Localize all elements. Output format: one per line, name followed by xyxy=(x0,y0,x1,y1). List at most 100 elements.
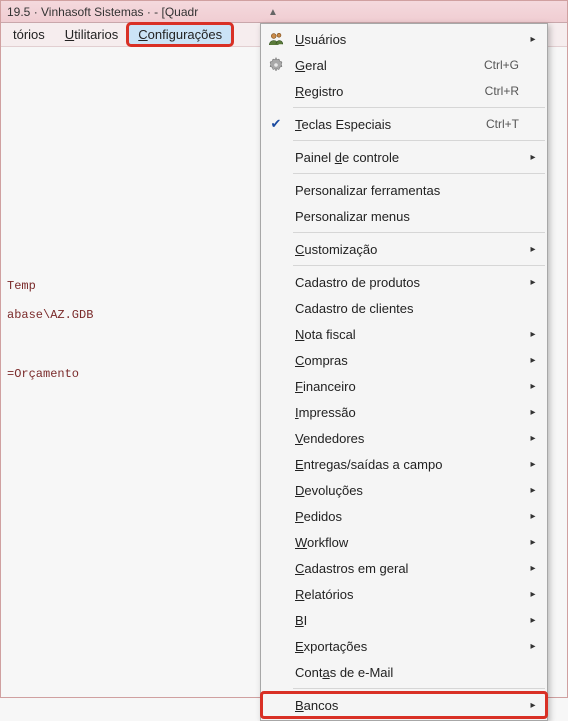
submenu-arrow-icon: ▸ xyxy=(525,537,541,548)
icon-spacer xyxy=(261,607,291,633)
menu-item-shortcut: Ctrl+T xyxy=(465,117,525,131)
menu-item-workflow[interactable]: Workflow ▸ xyxy=(261,529,547,555)
menu-item-label: Devoluções xyxy=(291,483,465,498)
menu-item-label: Workflow xyxy=(291,535,465,550)
menu-item-label: Customização xyxy=(291,242,465,257)
icon-spacer xyxy=(261,236,291,262)
submenu-arrow-icon: ▸ xyxy=(525,355,541,366)
menu-item-financeiro[interactable]: Financeiro ▸ xyxy=(261,373,547,399)
menu-item-label: Teclas Especiais xyxy=(291,117,465,132)
menu-item-label: Personalizar menus xyxy=(291,209,465,224)
dropdown-scroll-up[interactable]: ▲ xyxy=(261,5,285,19)
icon-spacer xyxy=(261,78,291,104)
icon-spacer xyxy=(261,177,291,203)
icon-spacer xyxy=(261,451,291,477)
submenu-arrow-icon: ▸ xyxy=(525,563,541,574)
menu-item-label: Cadastros em geral xyxy=(291,561,465,576)
icon-spacer xyxy=(261,477,291,503)
menu-item-shortcut: Ctrl+R xyxy=(465,84,525,98)
menu-item-registro[interactable]: RegistroCtrl+R xyxy=(261,78,547,104)
menu-separator xyxy=(293,140,545,141)
menu-item-label: Registro xyxy=(291,84,465,99)
icon-spacer xyxy=(261,659,291,685)
menu-item-relatorios[interactable]: Relatórios▸ xyxy=(261,581,547,607)
submenu-arrow-icon: ▸ xyxy=(525,459,541,470)
submenu-arrow-icon: ▸ xyxy=(525,34,541,45)
menu-item-label: Vendedores xyxy=(291,431,465,446)
menu-item-painel-de-controle[interactable]: Painel de controle ▸ xyxy=(261,144,547,170)
submenu-arrow-icon: ▸ xyxy=(525,433,541,444)
menu-item-compras[interactable]: Compras ▸ xyxy=(261,347,547,373)
gear-icon xyxy=(261,52,291,78)
menu-separator xyxy=(293,232,545,233)
icon-spacer xyxy=(261,692,291,718)
window-title: 19.5 · Vinhasoft Sistemas · - [Quadr xyxy=(7,5,198,19)
menu-relatorios[interactable]: tórios xyxy=(3,24,55,45)
submenu-arrow-icon: ▸ xyxy=(525,152,541,163)
menu-item-label: BI xyxy=(291,613,465,628)
menu-item-contas-de-e-mail[interactable]: Contas de e-Mail xyxy=(261,659,547,685)
menu-item-label: Cadastro de produtos xyxy=(291,275,465,290)
menu-item-geral[interactable]: GeralCtrl+G xyxy=(261,52,547,78)
menu-item-devolucoes[interactable]: Devoluções ▸ xyxy=(261,477,547,503)
menu-item-label: Impressão xyxy=(291,405,465,420)
icon-spacer xyxy=(261,503,291,529)
check-icon: ✔ xyxy=(261,111,291,137)
icon-spacer xyxy=(261,425,291,451)
submenu-arrow-icon: ▸ xyxy=(525,277,541,288)
icon-spacer xyxy=(261,581,291,607)
menu-item-customizacao[interactable]: Customização ▸ xyxy=(261,236,547,262)
icon-spacer xyxy=(261,373,291,399)
menu-item-label: Financeiro xyxy=(291,379,465,394)
menu-item-pedidos[interactable]: Pedidos▸ xyxy=(261,503,547,529)
icon-spacer xyxy=(261,529,291,555)
menu-item-cadastro-de-produtos[interactable]: Cadastro de produtos ▸ xyxy=(261,269,547,295)
users-icon xyxy=(261,26,291,52)
menu-item-label: Cadastro de clientes xyxy=(291,301,465,316)
menu-item-vendedores[interactable]: Vendedores ▸ xyxy=(261,425,547,451)
menu-item-entregassaidas-a-campo[interactable]: Entregas/saídas a campo ▸ xyxy=(261,451,547,477)
menu-utilitarios[interactable]: Utilitarios xyxy=(55,24,128,45)
menu-item-nota-fiscal[interactable]: Nota fiscal▸ xyxy=(261,321,547,347)
submenu-arrow-icon: ▸ xyxy=(525,244,541,255)
icon-spacer xyxy=(261,321,291,347)
icon-spacer xyxy=(261,555,291,581)
menu-item-label: Exportações xyxy=(291,639,465,654)
submenu-arrow-icon: ▸ xyxy=(525,700,541,711)
submenu-arrow-icon: ▸ xyxy=(525,485,541,496)
menu-item-label: Painel de controle xyxy=(291,150,465,165)
icon-spacer xyxy=(261,144,291,170)
menu-item-shortcut: Ctrl+G xyxy=(465,58,525,72)
menu-separator xyxy=(293,173,545,174)
menu-item-label: Entregas/saídas a campo xyxy=(291,457,465,472)
menu-item-label: Geral xyxy=(291,58,465,73)
menu-item-label: Relatórios xyxy=(291,587,465,602)
submenu-arrow-icon: ▸ xyxy=(525,615,541,626)
submenu-arrow-icon: ▸ xyxy=(525,329,541,340)
menu-item-label: Contas de e-Mail xyxy=(291,665,465,680)
menu-item-teclas-especiais[interactable]: ✔Teclas EspeciaisCtrl+T xyxy=(261,111,547,137)
menu-item-label: Personalizar ferramentas xyxy=(291,183,465,198)
configuracoes-dropdown: Usuários▸GeralCtrl+GRegistroCtrl+R✔Tecla… xyxy=(260,23,548,721)
menu-item-cadastros-em-geral[interactable]: Cadastros em geral ▸ xyxy=(261,555,547,581)
icon-spacer xyxy=(261,269,291,295)
menu-item-usuarios[interactable]: Usuários▸ xyxy=(261,26,547,52)
menu-separator xyxy=(293,107,545,108)
submenu-arrow-icon: ▸ xyxy=(525,511,541,522)
menu-item-impressao[interactable]: Impressão ▸ xyxy=(261,399,547,425)
menu-separator xyxy=(293,265,545,266)
menu-item-bancos[interactable]: Bancos▸ xyxy=(261,692,547,718)
icon-spacer xyxy=(261,633,291,659)
menu-separator xyxy=(293,688,545,689)
menu-item-personalizar-menus[interactable]: Personalizar menus xyxy=(261,203,547,229)
menu-item-cadastro-de-clientes[interactable]: Cadastro de clientes xyxy=(261,295,547,321)
menu-item-bi[interactable]: BI ▸ xyxy=(261,607,547,633)
submenu-arrow-icon: ▸ xyxy=(525,407,541,418)
submenu-arrow-icon: ▸ xyxy=(525,641,541,652)
menu-item-personalizar-ferramentas[interactable]: Personalizar ferramentas xyxy=(261,177,547,203)
menu-item-label: Compras xyxy=(291,353,465,368)
submenu-arrow-icon: ▸ xyxy=(525,381,541,392)
icon-spacer xyxy=(261,347,291,373)
menu-configuracoes[interactable]: Configurações xyxy=(128,24,232,45)
menu-item-exportacoes[interactable]: Exportações ▸ xyxy=(261,633,547,659)
